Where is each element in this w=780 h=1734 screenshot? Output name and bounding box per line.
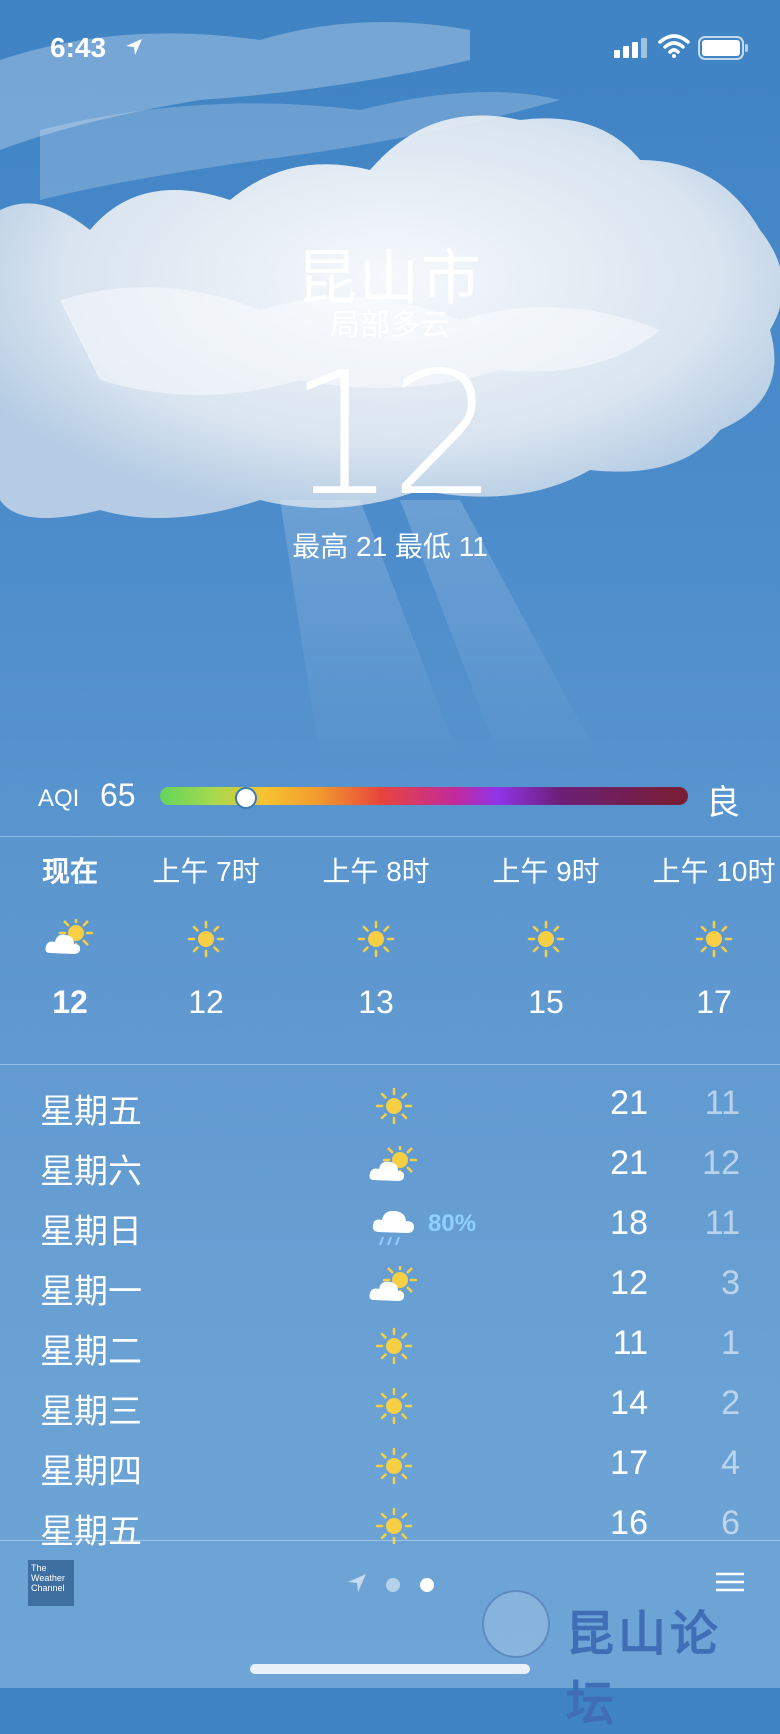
aqi-indicator: [235, 787, 258, 809]
wifi-icon: [658, 34, 690, 58]
partly-cloudy-icon: [45, 919, 94, 954]
hourly-temp: 13: [358, 984, 394, 1020]
divider: [0, 1064, 780, 1065]
aqi-row[interactable]: AQI 65 良: [0, 775, 780, 822]
daily-day: 星期五: [40, 1093, 142, 1131]
daily-forecast[interactable]: 星期五 21 11 星期六 21 12 星期日 80% 18 11 星期一 12 3星…: [0, 1078, 780, 1558]
daily-high: 21: [610, 1084, 648, 1122]
page-dot[interactable]: [386, 1578, 400, 1592]
status-bar: 6:43: [0, 30, 780, 70]
sun-icon: [527, 920, 565, 958]
daily-high: 21: [610, 1144, 648, 1182]
partly-cloudy-icon: [369, 1266, 418, 1301]
daily-day: 星期四: [40, 1453, 142, 1491]
daily-row: 星期二 11 1: [0, 1318, 780, 1378]
aqi-value: 65: [100, 777, 136, 813]
hourly-temp: 12: [52, 984, 88, 1020]
divider: [0, 836, 780, 837]
daily-low: 11: [704, 1084, 740, 1122]
hourly-item: 上午 10时 17: [644, 850, 780, 1021]
sun-icon: [695, 920, 733, 958]
hourly-temp: 17: [696, 984, 732, 1020]
daily-day: 星期三: [40, 1393, 142, 1431]
current-location-icon: [348, 1574, 366, 1592]
hourly-item: 现在 12: [0, 850, 140, 1021]
hourly-time: 现在: [41, 856, 98, 887]
daily-row: 星期日 80% 18 11: [0, 1198, 780, 1258]
location-arrow-icon: [126, 39, 142, 55]
hourly-time: 上午 10时: [652, 856, 776, 887]
sun-icon: [375, 1387, 413, 1425]
daily-low: 1: [721, 1324, 740, 1362]
daily-row: 星期三 14 2: [0, 1378, 780, 1438]
rain-icon: [372, 1210, 414, 1246]
divider: [0, 1540, 780, 1541]
hourly-temp: 12: [188, 984, 224, 1020]
daily-row: 星期六 21 12: [0, 1138, 780, 1198]
daily-row: 星期四 17 4: [0, 1438, 780, 1498]
home-indicator[interactable]: [250, 1664, 530, 1674]
daily-low: 11: [704, 1204, 740, 1242]
daily-low: 12: [702, 1144, 740, 1182]
daily-row: 星期五 21 11: [0, 1078, 780, 1138]
sun-icon: [187, 920, 225, 958]
hourly-time: 上午 8时: [322, 856, 430, 887]
weather-channel-logo[interactable]: The Weather Channel: [28, 1560, 74, 1606]
hourly-item: 上午 9时 15: [476, 850, 616, 1021]
cellular-signal-icon: [614, 38, 647, 58]
daily-day: 星期二: [40, 1333, 142, 1371]
sun-icon: [375, 1087, 413, 1125]
daily-day: 星期日: [40, 1213, 142, 1251]
aqi-label: AQI: [38, 785, 80, 812]
hourly-forecast[interactable]: 现在 12 上午 7时 12 上午 8时 13 上午 9时 15 上午 10时 17: [0, 850, 780, 1060]
daily-low: 3: [721, 1264, 740, 1302]
high-low-temperature: 最高 21 最低 11: [292, 531, 488, 562]
watermark-text: 昆山论坛: [566, 1608, 723, 1731]
hourly-time: 上午 9时: [492, 856, 600, 887]
daily-day: 星期六: [40, 1153, 142, 1191]
daily-high: 16: [610, 1504, 648, 1542]
daily-precip: 80%: [428, 1210, 477, 1237]
aqi-level: 良: [706, 784, 740, 822]
watermark: 昆山论坛: [482, 1590, 772, 1731]
partly-cloudy-icon: [369, 1146, 418, 1181]
sun-icon: [357, 920, 395, 958]
daily-high: 18: [610, 1204, 648, 1242]
daily-low: 6: [721, 1504, 740, 1542]
daily-low: 2: [721, 1384, 740, 1422]
daily-low: 4: [721, 1444, 740, 1482]
hourly-temp: 15: [528, 984, 564, 1020]
daily-day: 星期一: [40, 1273, 142, 1311]
battery-icon: [698, 36, 748, 60]
daily-row: 星期一 12 3: [0, 1258, 780, 1318]
forum-logo-icon: [482, 1590, 550, 1658]
page-dot-active[interactable]: [420, 1578, 434, 1592]
daily-high: 14: [610, 1384, 648, 1422]
hourly-item: 上午 7时 12: [136, 850, 276, 1021]
hourly-item: 上午 8时 13: [306, 850, 446, 1021]
sun-icon: [375, 1327, 413, 1365]
daily-high: 12: [610, 1264, 648, 1302]
bottom-toolbar: The Weather Channel 昆山论坛: [0, 1542, 780, 1731]
hourly-time: 上午 7时: [152, 856, 260, 887]
daily-high: 11: [612, 1324, 648, 1362]
weather-channel-text: The Weather Channel: [31, 1563, 65, 1593]
daily-high: 17: [610, 1444, 648, 1482]
sun-icon: [375, 1447, 413, 1485]
current-temperature: 12: [287, 336, 498, 534]
status-time: 6:43: [50, 32, 107, 63]
